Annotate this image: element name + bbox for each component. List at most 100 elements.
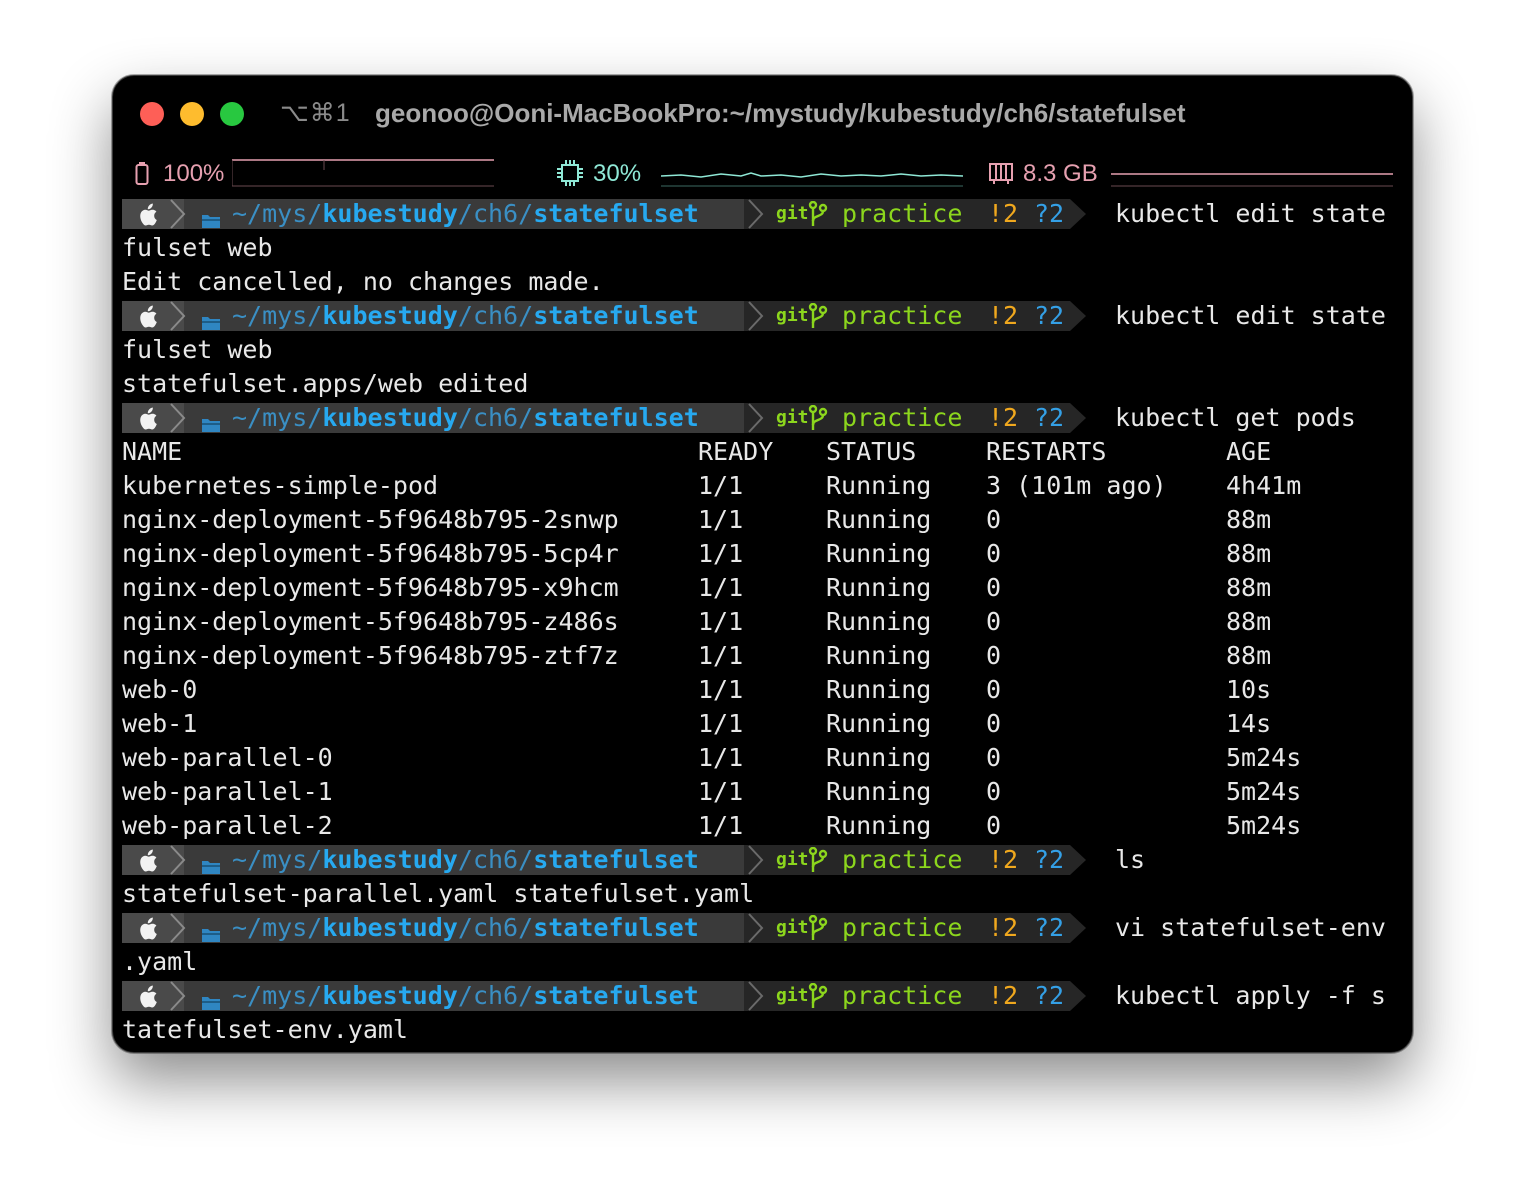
terminal-window: ⌥⌘1 geonoo@Ooni-MacBookPro:~/mystudy/kub…	[112, 75, 1413, 1053]
battery-status: 100%	[133, 156, 503, 190]
git-icon: git	[776, 407, 809, 428]
segment-separator	[748, 403, 764, 433]
output-line: statefulset-parallel.yaml statefulset.ya…	[122, 879, 755, 908]
memory-icon	[989, 162, 1013, 191]
git-untracked-count: ?2	[1034, 845, 1065, 874]
prompt-line: ~/mys/kubestudy/ch6/statefulset git practi…	[122, 401, 1404, 435]
git-branch: practice	[842, 199, 963, 228]
path-home: ~/	[232, 403, 263, 432]
table-cell: nginx-deployment-5f9648b795-2snwp	[122, 505, 619, 534]
segment-separator	[748, 913, 764, 943]
path-statefulset: statefulset	[533, 981, 699, 1010]
battery-icon	[135, 162, 149, 193]
git-untracked-count: ?2	[1034, 301, 1065, 330]
path-kubestudy: kubestudy	[322, 845, 458, 874]
prompt-end-arrow	[1070, 981, 1086, 1011]
title-bar: ⌥⌘1 geonoo@Ooni-MacBookPro:~/mystudy/kub…	[113, 76, 1412, 150]
table-cell: nginx-deployment-5f9648b795-x9hcm	[122, 573, 619, 602]
table-row: kubernetes-simple-pod 1/1 Running 3 (101m a…	[122, 469, 1404, 503]
table-cell: Running	[826, 675, 932, 704]
path-kubestudy: kubestudy	[322, 403, 458, 432]
table-row: web-parallel-2 1/1 Running 0 5m24s	[122, 809, 1404, 843]
path-home: ~/	[232, 981, 263, 1010]
terminal-output[interactable]: ~/mys/kubestudy/ch6/statefulset git practi…	[122, 197, 1404, 1047]
table-cell: Running	[826, 641, 932, 670]
path-kubestudy: kubestudy	[322, 199, 458, 228]
output-line: fulset web	[122, 335, 273, 364]
git-untracked-count: ?2	[1034, 981, 1065, 1010]
path-kubestudy: kubestudy	[322, 301, 458, 330]
path-home: ~/	[232, 845, 263, 874]
table-cell: web-parallel-2	[122, 811, 333, 840]
cpu-icon	[557, 160, 583, 193]
apple-icon	[136, 849, 158, 879]
prompt-line: ~/mys/kubestudy/ch6/statefulset git practi…	[122, 911, 1404, 945]
table-cell: 1/1	[698, 709, 744, 738]
branch-icon	[808, 302, 828, 335]
table-cell: 88m	[1226, 641, 1272, 670]
git-modified-count: !2	[988, 301, 1019, 330]
git-branch: practice	[842, 913, 963, 942]
git-modified-count: !2	[988, 981, 1019, 1010]
prompt-end-arrow	[1070, 301, 1086, 331]
path-home: ~/	[232, 913, 263, 942]
table-cell: 1/1	[698, 811, 744, 840]
table-cell: Running	[826, 607, 932, 636]
table-cell: 0	[986, 811, 1002, 840]
git-icon: git	[776, 305, 809, 326]
memory-used: 8.3 GB	[1023, 160, 1098, 187]
table-cell: 1/1	[698, 675, 744, 704]
segment-separator	[748, 981, 764, 1011]
path-mys: mys/	[262, 403, 323, 432]
table-row: nginx-deployment-5f9648b795-ztf7z 1/1 Runn…	[122, 639, 1404, 673]
table-cell: 88m	[1226, 505, 1272, 534]
git-icon: git	[776, 985, 809, 1006]
git-modified-count: !2	[988, 845, 1019, 874]
git-modified-count: !2	[988, 913, 1019, 942]
table-row: nginx-deployment-5f9648b795-2snwp 1/1 Runn…	[122, 503, 1404, 537]
table-cell: 0	[986, 709, 1002, 738]
prompt-end-arrow	[1070, 403, 1086, 433]
table-cell: 5m24s	[1226, 777, 1302, 806]
minimize-button[interactable]	[180, 102, 204, 126]
command-text: kubectl apply -f s	[1115, 981, 1386, 1010]
command-text: kubectl edit state	[1115, 301, 1386, 330]
table-cell: 5m24s	[1226, 811, 1302, 840]
table-cell: 0	[986, 641, 1002, 670]
path-statefulset: statefulset	[533, 845, 699, 874]
output-line: .yaml	[122, 947, 198, 976]
command-text: kubectl edit state	[1115, 199, 1386, 228]
zoom-button[interactable]	[220, 102, 244, 126]
close-button[interactable]	[140, 102, 164, 126]
apple-icon	[136, 305, 158, 335]
path-mys: mys/	[262, 981, 323, 1010]
table-cell: Running	[826, 811, 932, 840]
branch-icon	[808, 404, 828, 437]
table-cell: 1/1	[698, 641, 744, 670]
path-ch6: /ch6/	[457, 403, 534, 432]
table-cell: 4h41m	[1226, 471, 1302, 500]
prompt-line: ~/mys/kubestudy/ch6/statefulset git practi…	[122, 843, 1404, 877]
git-branch: practice	[842, 301, 963, 330]
table-header-cell: RESTARTS	[986, 437, 1107, 466]
window-title: geonoo@Ooni-MacBookPro:~/mystudy/kubestu…	[375, 98, 1186, 128]
table-cell: 0	[986, 777, 1002, 806]
git-untracked-count: ?2	[1034, 199, 1065, 228]
table-cell: Running	[826, 539, 932, 568]
table-header: NAME READY STATUS RESTARTS AGE	[122, 435, 1404, 469]
tab-shortcut-label: ⌥⌘1	[280, 99, 351, 127]
table-cell: nginx-deployment-5f9648b795-z486s	[122, 607, 619, 636]
table-cell: 14s	[1226, 709, 1272, 738]
table-header-cell: STATUS	[826, 437, 917, 466]
cpu-percent: 30%	[593, 160, 642, 187]
segment-separator	[170, 199, 186, 229]
segment-separator	[748, 845, 764, 875]
segment-separator	[748, 199, 764, 229]
path-kubestudy: kubestudy	[322, 981, 458, 1010]
table-header-cell: NAME	[122, 437, 183, 466]
table-cell: kubernetes-simple-pod	[122, 471, 439, 500]
table-cell: 10s	[1226, 675, 1272, 704]
path-statefulset: statefulset	[533, 199, 699, 228]
table-cell: 1/1	[698, 471, 744, 500]
table-cell: Running	[826, 573, 932, 602]
